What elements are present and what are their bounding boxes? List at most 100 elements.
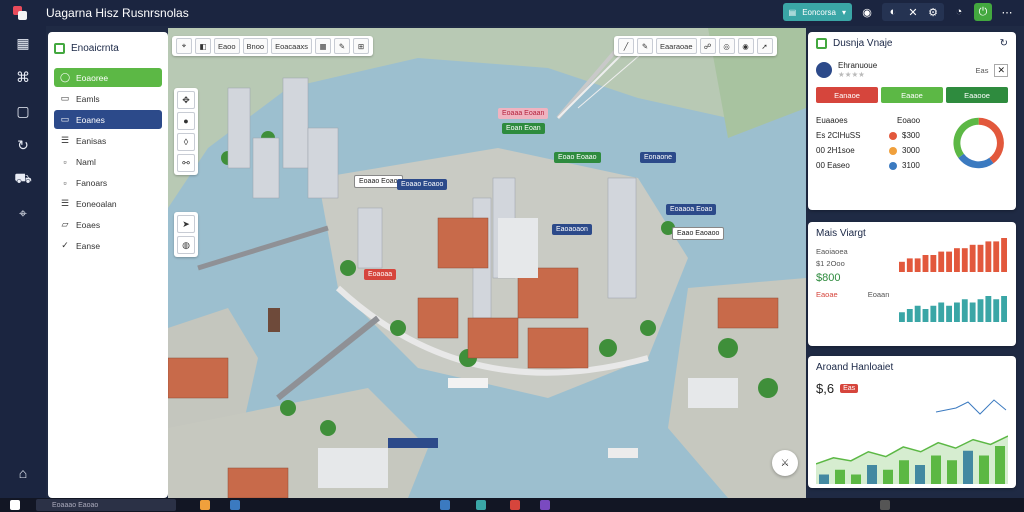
- panel-item-6[interactable]: ☰ Eoneoalan: [54, 194, 162, 213]
- action-button-1[interactable]: Eanaoe: [816, 87, 878, 103]
- bar: [985, 296, 992, 322]
- map-pin-label[interactable]: Eoan Eoan: [502, 123, 545, 134]
- secondary-line: [935, 399, 1007, 415]
- map-pin-label[interactable]: Eoaaoa Eoao: [666, 204, 717, 215]
- bar: [993, 241, 1000, 272]
- drop-icon[interactable]: ◊: [177, 133, 195, 151]
- pin-icon[interactable]: ⌖: [176, 38, 192, 54]
- toolbar-btn-right[interactable]: Eaaraoae: [656, 38, 697, 54]
- panel-item-0[interactable]: ◯ Eoaoree: [54, 68, 162, 87]
- chrome-icon[interactable]: [510, 500, 520, 510]
- map-pin-label[interactable]: Eoao Eoaao: [554, 152, 601, 163]
- pen-icon[interactable]: ╱: [618, 38, 634, 54]
- taskbar: Eoaaao Eaoao: [0, 498, 1024, 512]
- settings-icon[interactable]: ⚙: [924, 3, 942, 21]
- panel-item-4[interactable]: ▫ Naml: [54, 152, 162, 171]
- city-map-view[interactable]: ⌖ ◧ Eaoo Bnoo Eoacaaxs ▦ ✎ ⊞ ╱ ✎ Eaaraoa…: [168, 28, 806, 498]
- bar: [1001, 296, 1007, 322]
- panel-logo-icon: [54, 42, 65, 54]
- map-pin-label[interactable]: Eoaaa Eoaan: [498, 108, 549, 119]
- box-icon: ▱: [61, 219, 69, 229]
- close-icon[interactable]: ✕: [904, 3, 922, 21]
- power-icon[interactable]: ⏻: [974, 3, 992, 21]
- car-icon[interactable]: ⛟: [0, 162, 46, 196]
- home-icon[interactable]: ⌂: [0, 456, 46, 490]
- target-icon[interactable]: ◉: [737, 38, 754, 54]
- circle-icon: ◯: [60, 72, 71, 82]
- view-icon[interactable]: ◐: [884, 3, 902, 21]
- toolbar-btn-3[interactable]: Eoacaaxs: [271, 38, 312, 54]
- list-icon: ☰: [60, 198, 70, 208]
- taskbar-search[interactable]: Eoaaao Eaoao: [36, 499, 176, 511]
- window-controls: ◐ ✕ ⚙: [882, 3, 944, 21]
- pointer-icon[interactable]: ➤: [177, 215, 195, 233]
- refresh-icon[interactable]: ↻: [0, 128, 46, 162]
- grid-icon[interactable]: ⊞: [353, 38, 369, 54]
- action-button-3[interactable]: Eaaooe: [946, 87, 1008, 103]
- panel-item-8[interactable]: ✓ Eanse: [54, 236, 162, 255]
- share-button[interactable]: ▤ Eoncorsa ▾: [782, 3, 852, 21]
- map-pin-label[interactable]: Eoaao Eoaoo: [397, 179, 448, 190]
- location-icon[interactable]: ⌖: [0, 196, 46, 230]
- grid-icon[interactable]: ▦: [0, 26, 46, 60]
- lock-icon[interactable]: ◧: [195, 38, 211, 54]
- start-icon[interactable]: [10, 500, 20, 510]
- edit-icon[interactable]: ✎: [637, 38, 653, 54]
- panel-item-5[interactable]: ▫ Fanoars: [54, 173, 162, 192]
- bar: [899, 312, 905, 322]
- tag-icon[interactable]: ⌘: [0, 60, 46, 94]
- pencil-icon[interactable]: ✎: [334, 38, 350, 54]
- panel-item-7[interactable]: ▱ Eoaes: [54, 215, 162, 234]
- check-icon: ✓: [61, 240, 69, 250]
- action-buttons: Eanaoe Eaaoe Eaaooe: [816, 87, 1008, 103]
- tray-icon[interactable]: [880, 500, 890, 510]
- close-icon[interactable]: ✕: [994, 63, 1008, 77]
- panel-item-1[interactable]: ▭ Eamls: [54, 89, 162, 108]
- record-icon[interactable]: ●: [177, 112, 195, 130]
- action-button-2[interactable]: Eaaoe: [881, 87, 943, 103]
- folder-icon[interactable]: [200, 500, 210, 510]
- toolbar-btn-1[interactable]: Eaoo: [214, 38, 240, 54]
- stats-area: Euaaoes Eoaoo Es 2ClHuSS $300 00 2H1soe …: [816, 113, 1008, 173]
- map-pin-label[interactable]: Eonaone: [640, 152, 677, 163]
- options-icon[interactable]: ⋯: [998, 3, 1016, 21]
- camera-icon[interactable]: ◎: [718, 38, 735, 54]
- title-bar-actions: ▤ Eoncorsa ▾ ◉ ◐ ✕ ⚙ ◔ ⏻ ⋯: [782, 3, 1016, 21]
- help-icon[interactable]: ◔: [950, 3, 968, 21]
- store-icon[interactable]: [476, 500, 486, 510]
- bar: [906, 258, 913, 272]
- bar: [977, 299, 984, 322]
- layer-icon[interactable]: ▦: [315, 38, 331, 54]
- stat-row: 00 2H1soe 3000: [816, 146, 920, 155]
- map-pin-label[interactable]: Eaao Eaoaoo: [672, 227, 725, 240]
- app-icon[interactable]: [540, 500, 550, 510]
- bar: [993, 299, 1000, 322]
- map-pin-label[interactable]: Eaoaoaon: [552, 224, 592, 235]
- bar: [985, 241, 992, 272]
- move-icon[interactable]: ✥: [177, 91, 195, 109]
- binoculars-icon[interactable]: ☍: [699, 38, 716, 54]
- status-dot-icon: [889, 146, 897, 155]
- bar: [946, 251, 952, 272]
- donut-chart: [953, 117, 1004, 169]
- map-pin-label[interactable]: Eoaoaa: [364, 269, 397, 280]
- rocket-icon[interactable]: ➚: [756, 38, 773, 54]
- box-icon: ▫: [63, 177, 67, 188]
- compass-icon[interactable]: ⚔: [772, 450, 798, 476]
- file-icon[interactable]: ▢: [0, 94, 46, 128]
- refresh-icon[interactable]: ↻: [1000, 38, 1008, 49]
- browser-icon[interactable]: [230, 500, 240, 510]
- globe-icon[interactable]: ◍: [177, 236, 195, 254]
- status-dot-icon: [889, 131, 897, 140]
- mail-icon[interactable]: [440, 500, 450, 510]
- analytics-panel: Dusnja Vnaje ↻ Ehranuoue ★★★★ Eas ✕ Eana…: [808, 32, 1016, 492]
- record-icon[interactable]: ◉: [858, 3, 876, 21]
- toolbar-btn-2[interactable]: Bnoo: [242, 38, 269, 54]
- panel-item-3[interactable]: ☰ Eanisas: [54, 131, 162, 150]
- map-pin-label[interactable]: Eoaao Eoao: [354, 175, 403, 188]
- panel-item-2[interactable]: ▭ Eoanes: [54, 110, 162, 129]
- bar: [938, 251, 945, 272]
- link-icon[interactable]: ⚯: [177, 154, 195, 172]
- details-card-header: Dusnja Vnaje ↻: [816, 38, 1008, 49]
- panel-header: Enoaicrnta: [54, 38, 162, 58]
